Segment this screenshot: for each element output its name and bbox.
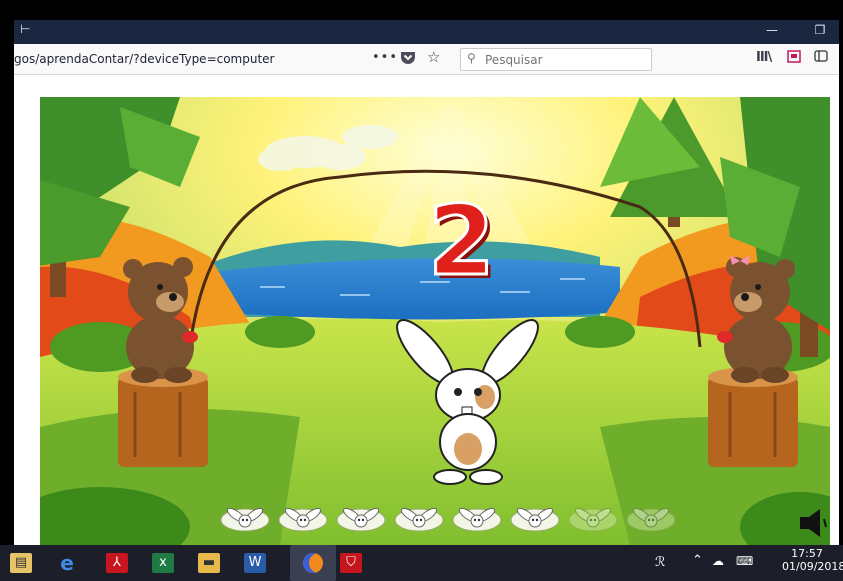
keyboard-icon[interactable]: ⌨ (736, 554, 753, 568)
browser-window: ⊢ — ❐ gos/aprendaContar/?deviceType=comp… (14, 20, 839, 545)
titlebar-menu-icon[interactable]: ⊢ (20, 22, 30, 36)
clock-date: 01/09/2018 (782, 560, 843, 573)
file-explorer-icon[interactable]: ▤ (10, 553, 32, 573)
sidebar-icon[interactable] (814, 50, 828, 66)
excel-icon[interactable]: x (152, 553, 174, 573)
bunny-progress-filled (218, 505, 272, 535)
title-bar: ⊢ — ❐ (14, 20, 839, 44)
bunny-progress-empty (624, 505, 678, 535)
navigation-toolbar: gos/aprendaContar/?deviceType=computer •… (14, 44, 839, 75)
search-icon: ⚲ (467, 51, 476, 65)
right-stump (708, 367, 798, 467)
bookmark-star-icon[interactable]: ☆ (427, 48, 440, 66)
clock[interactable]: 17:57 01/09/2018 (782, 547, 843, 573)
firefox-icon[interactable] (290, 545, 336, 581)
minimize-button[interactable]: — (758, 23, 786, 41)
bunny-progress-filled (334, 505, 388, 535)
folder-icon[interactable]: ▬ (198, 553, 220, 573)
restore-button[interactable]: ❐ (806, 23, 834, 41)
people-icon[interactable]: ℛ (655, 555, 665, 570)
acrobat-icon[interactable]: ⅄ (106, 553, 128, 573)
left-stump (118, 367, 208, 467)
word-icon[interactable]: W (244, 553, 266, 573)
page-actions-icon[interactable]: ••• (372, 50, 398, 65)
bunny-progress-bar (218, 505, 678, 535)
game-scene (40, 97, 830, 545)
mcafee-icon[interactable]: ⛉ (340, 553, 362, 573)
edge-icon[interactable]: e (56, 553, 78, 573)
bunny-progress-filled (392, 505, 446, 535)
bunny-progress-filled (508, 505, 562, 535)
tray-chevron-icon[interactable]: ⌃ (692, 553, 703, 568)
windows-taskbar: ▤ e ⅄ x ▬ W ⛉ ℛ ⌃ ☁ ⌨ 17:57 01/09/2018 (0, 545, 843, 581)
page-margin (14, 75, 839, 97)
game-canvas[interactable]: 2 (40, 97, 830, 545)
lake (210, 258, 620, 320)
count-number: 2 (427, 185, 497, 297)
pocket-icon[interactable] (400, 50, 416, 68)
bunny-progress-filled (276, 505, 330, 535)
bunny-progress-filled (450, 505, 504, 535)
search-input[interactable] (483, 51, 647, 69)
bunny-progress-empty (566, 505, 620, 535)
search-box[interactable]: ⚲ (460, 48, 652, 71)
extension-icon[interactable] (787, 50, 801, 67)
clock-time: 17:57 (791, 547, 823, 560)
onedrive-icon[interactable]: ☁ (712, 554, 724, 568)
library-icon[interactable]: III\ (756, 50, 772, 65)
url-bar[interactable]: gos/aprendaContar/?deviceType=computer (14, 52, 275, 66)
